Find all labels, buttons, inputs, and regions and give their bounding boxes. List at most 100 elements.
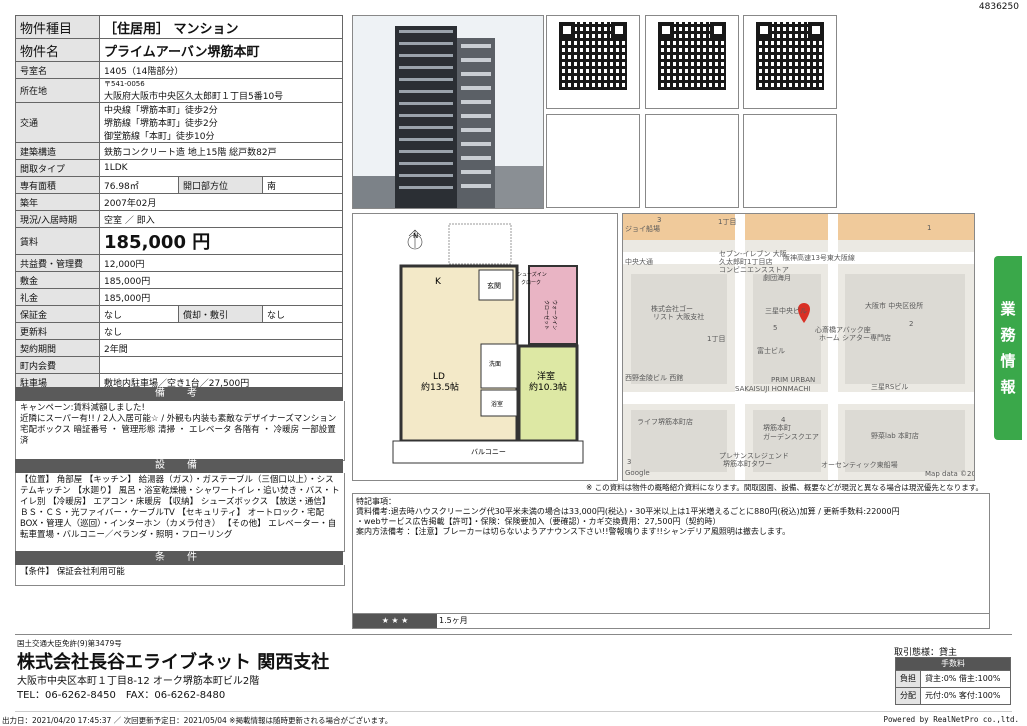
remarks-body: キャンペーン:賃料減額しました! 近隣にスーパー有!! / 2人入居可能☆ / … [15,401,345,461]
conditions-heading: 条 件 [15,551,343,565]
remarks-heading: 備 考 [15,387,343,401]
spec-label: 共益費・管理費 [15,254,100,272]
map-label: 2 [909,320,913,328]
room-walkin-sub: クローゼット [543,300,550,330]
spec-value: ［住居用］ マンション [99,15,343,39]
map-label: 西野金陵ビル 西館 [625,373,683,382]
fee-row-value: 貸主:0% 借主:100% [925,674,1001,683]
spec-row: 交通 中央線「堺筋本町」徒歩2分 堺筋線「堺筋本町」徒歩2分 御堂筋線「本町」徒歩10… [15,102,343,143]
address-text: 大阪府大阪市中央区久太郎町１丁目5番10号 [104,92,284,102]
spec-value: 空室 ／ 即入 [99,210,343,228]
spec-line: 中央線「堺筋本町」徒歩2分 [104,106,218,116]
empty-photo-slot-1 [546,114,640,208]
special-notes-box: 特記事項： 賃料備考:退去時ハウスクリーニング代30平米未満の場合は33,000… [352,493,990,629]
map-label: PRIM URBAN [771,376,815,384]
map-label: リスト 大阪支社 [653,312,704,321]
room-bath: 浴室 [491,400,503,408]
map-label: コンビニエンスストア [719,265,789,274]
north-label: N [413,232,418,240]
bottom-divider [15,711,1012,712]
fee-header: 手数料 [896,658,1010,670]
map-label: 堺筋本町 [763,423,791,432]
spec-label: 更新料 [15,322,100,340]
spec-value: 1405（14階部分） [99,61,343,79]
map-label: オーセンティック東船場 [821,460,898,469]
spec-label: 専有面積 [15,176,100,194]
map-label: ガーデンスクエア [763,432,819,441]
rating-cell: ★ ★ ★ [353,614,437,628]
spec-label: 現況/入居時期 [15,210,100,228]
fee-row-label: 分配 [896,688,921,704]
spec-label: 契約期間 [15,339,100,357]
room-shoes-sub: クローク [521,280,541,286]
spec-value: プライムアーバン堺筋本町 [99,38,343,62]
spec-row: 現況/入居時期 空室 ／ 即入 [15,210,343,228]
map-label: 1 [927,224,931,232]
map-label: 堺筋本町タワー [723,459,772,468]
equipment-heading: 設 備 [15,459,343,473]
spec-row: 物件種目 ［住居用］ マンション [15,15,343,39]
spec-value: 185,000 円 [99,227,343,255]
map-label: 阪神高速13号東大阪線 [783,253,855,262]
spec-row: 専有面積 76.98㎡ 開口部方位南 [15,176,343,194]
room-western-size: 約10.3帖 [529,381,567,393]
map-label: 野菜lab 本町店 [871,431,919,440]
building-photo-image [353,16,543,208]
map-label: 1丁目 [718,218,736,226]
room-walkin: ウォークイン [551,300,558,330]
spec-value: なし [99,322,343,340]
spec-row: 共益費・管理費 12,000円 [15,254,343,272]
map-label: 大阪市 中央区役所 [865,301,923,310]
fee-row-burden: 負担 貸主:0% 借主:100% [896,670,1010,687]
spec-label: 間取タイプ [15,159,100,177]
map-label: Map data ©2020 [925,470,974,478]
disclaimer: ※ この資料は物件の概略紹介資料になります。間取図面、設備、概要などが現況と異な… [586,483,983,492]
spec-label: 開口部方位 [178,176,263,194]
spec-row: 賃料 185,000 円 [15,227,343,255]
period-cell: 1.5ヶ月 [439,616,468,625]
qr-code-2[interactable] [645,15,739,109]
tab-char-3: 情 [1000,352,1016,370]
map-label: 1丁目 [707,335,725,343]
room-western: 洋室 [537,370,555,382]
spec-label: 建築構造 [15,142,100,160]
spec-row: 更新料 なし [15,322,343,340]
room-entrance: 玄関 [487,281,501,290]
spec-value: 南 [262,176,343,194]
map-label: セブン-イレブン 大阪 [719,249,787,258]
map-label: 中央大通 [625,257,653,266]
business-info-tab[interactable]: 業 務 情 報 [994,256,1022,440]
spec-line: 御堂筋線「本町」徒歩10分 [104,132,215,142]
spec-value [99,356,343,374]
spec-row: 契約期間 2年間 [15,339,343,357]
fee-row-value: 元付:0% 客付:100% [925,691,1001,700]
qr-code-3[interactable] [743,15,837,109]
map-label: 心斎橋アバック座 [815,325,871,334]
spec-row: 築年 2007年02月 [15,193,343,211]
map-label: 劇団海月 [763,273,791,282]
spec-row: 物件名 プライムアーバン堺筋本町 [15,38,343,62]
location-map[interactable]: 1丁目 ジョイ船場 セブン-イレブン 大阪 久太郎町1丁目店 コンビニエンスストア 阪神高… [622,213,975,481]
map-label: 三星RSビル [871,382,908,391]
qr-code-1[interactable] [546,15,640,109]
spec-label: 物件名 [15,38,100,62]
empty-photo-slot-3 [743,114,837,208]
floor-plan-drawing: N K LD 約13.5帖 洋室 約10.3帖 玄関 シューズイン クローク ウ… [392,223,584,464]
room-wash: 洗面 [489,360,501,368]
spec-label: 号室名 [15,61,100,79]
spec-row: 保証金 なし 償却・敷引 なし [15,305,343,323]
spec-row: 敷金 185,000円 [15,271,343,289]
floor-plan: N K LD 約13.5帖 洋室 約10.3帖 玄関 シューズイン クローク ウ… [352,213,618,481]
spec-value: なし [262,305,343,323]
map-label: 3 [657,216,661,224]
map-label: ホーム シアター専門店 [819,333,891,342]
map-label: 株式会社ゴー [651,304,693,313]
spec-label: 礼金 [15,288,100,306]
spec-value: 1LDK [99,159,343,177]
map-label: SAKAISUJI HONMACHI [735,385,811,393]
room-ld: LD [433,372,445,382]
empty-photo-slot-2 [645,114,739,208]
map-canvas: 1丁目ジョイ船場セブン-イレブン 大阪久太郎町1丁目店コンビニエンスストア阪神高… [623,214,974,480]
company-name: 株式会社長谷エライブネット 関西支社 [17,652,330,673]
spec-label: 物件種目 [15,15,100,39]
